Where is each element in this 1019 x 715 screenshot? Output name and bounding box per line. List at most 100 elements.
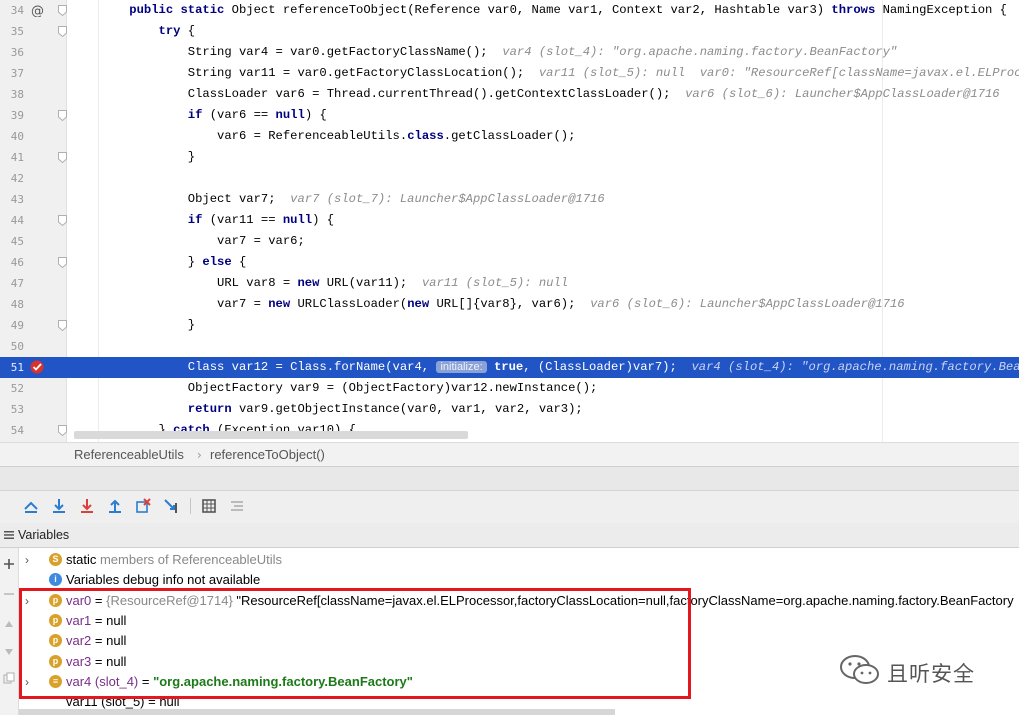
line-number[interactable]: 37	[0, 63, 24, 84]
code-line[interactable]: 36 String var4 = var0.getFactoryClassNam…	[0, 42, 1019, 63]
fold-marker-icon[interactable]	[58, 152, 67, 163]
fold-marker-icon[interactable]	[58, 257, 67, 268]
line-number[interactable]: 40	[0, 126, 24, 147]
code-line[interactable]: 48 var7 = new URLClassLoader(new URL[]{v…	[0, 294, 1019, 315]
line-number[interactable]: 43	[0, 189, 24, 210]
step-over-icon[interactable]	[50, 497, 68, 515]
variables-horizontal-scrollbar[interactable]	[19, 709, 615, 715]
line-number[interactable]: 38	[0, 84, 24, 105]
variable-value: members of ReferenceableUtils	[99, 552, 283, 567]
code-token: {	[231, 255, 247, 269]
keyword: throws	[831, 3, 876, 17]
code-line[interactable]: 42	[0, 168, 1019, 189]
line-number[interactable]: 48	[0, 294, 24, 315]
line-number[interactable]: 35	[0, 21, 24, 42]
run-to-cursor-icon[interactable]	[162, 497, 180, 515]
code-text: var7 = var6;	[100, 231, 305, 252]
add-watch-icon[interactable]	[3, 558, 15, 570]
step-out-icon[interactable]	[106, 497, 124, 515]
fold-marker-icon[interactable]	[58, 110, 67, 121]
code-line[interactable]: 50	[0, 336, 1019, 357]
code-editor[interactable]: 34 @ public static Object referenceToObje…	[0, 0, 1019, 442]
code-token: (var6 ==	[202, 108, 276, 122]
code-token: ClassLoader var6 = Thread.currentThread(…	[100, 87, 686, 101]
line-number[interactable]: 53	[0, 399, 24, 420]
highlight-box	[19, 588, 691, 699]
fold-marker-icon[interactable]	[58, 26, 67, 37]
code-line[interactable]: 41 }	[0, 147, 1019, 168]
line-number[interactable]: 44	[0, 210, 24, 231]
override-annotation-icon[interactable]: @	[30, 3, 44, 17]
code-line[interactable]: 39 if (var6 == null) {	[0, 105, 1019, 126]
code-text: String var11 = var0.getFactoryClassLocat…	[100, 63, 1019, 84]
keyword: null	[275, 108, 305, 122]
code-line[interactable]: 35 try {	[0, 21, 1019, 42]
code-token: var7 = var6;	[100, 234, 305, 248]
code-line[interactable]: 53 return var9.getObjectInstance(var0, v…	[0, 399, 1019, 420]
move-down-icon[interactable]	[3, 646, 15, 658]
static-icon: S	[49, 553, 62, 566]
code-line[interactable]: 44 if (var11 == null) {	[0, 210, 1019, 231]
code-token: {	[180, 24, 196, 38]
keyword: true	[493, 360, 524, 374]
inline-debug-value: var11 (slot_5): null var0: "ResourceRef[…	[538, 66, 1019, 80]
code-line[interactable]: 34 @ public static Object referenceToObje…	[0, 0, 1019, 21]
inline-debug-value: var4 (slot_4): "org.apache.naming.factor…	[502, 45, 898, 59]
trace-icon[interactable]	[228, 497, 246, 515]
code-text: ObjectFactory var9 = (ObjectFactory)var1…	[100, 378, 598, 399]
fold-marker-icon[interactable]	[58, 215, 67, 226]
line-number[interactable]: 39	[0, 105, 24, 126]
copy-icon[interactable]	[3, 672, 15, 684]
code-line[interactable]: 37 String var11 = var0.getFactoryClassLo…	[0, 63, 1019, 84]
code-text: } else {	[100, 252, 247, 273]
line-number[interactable]: 34	[0, 0, 24, 21]
keyword: null	[282, 213, 313, 227]
keyword: class	[407, 129, 444, 143]
line-number[interactable]: 47	[0, 273, 24, 294]
keyword: if	[187, 213, 203, 227]
breadcrumb-method[interactable]: referenceToObject()	[210, 443, 325, 467]
code-line[interactable]: 52 ObjectFactory var9 = (ObjectFactory)v…	[0, 378, 1019, 399]
editor-horizontal-scrollbar[interactable]	[74, 431, 468, 439]
code-token: String var4 = var0.getFactoryClassName()…	[100, 45, 503, 59]
debug-panel-header	[0, 466, 1019, 491]
step-into-icon[interactable]	[78, 497, 96, 515]
code-token: NamingException {	[875, 3, 1019, 17]
line-number[interactable]: 36	[0, 42, 24, 63]
line-number[interactable]: 50	[0, 336, 24, 357]
code-line[interactable]: 47 URL var8 = new URL(var11); var11 (slo…	[0, 273, 1019, 294]
wechat-logo-icon	[840, 655, 879, 684]
line-number[interactable]: 42	[0, 168, 24, 189]
code-text: Object var7; var7 (slot_7): Launcher$App…	[100, 189, 605, 210]
line-number[interactable]: 51	[0, 357, 24, 378]
remove-watch-icon[interactable]	[3, 588, 15, 600]
code-line[interactable]: 38 ClassLoader var6 = Thread.currentThre…	[0, 84, 1019, 105]
fold-marker-icon[interactable]	[58, 320, 67, 331]
line-number[interactable]: 52	[0, 378, 24, 399]
fold-marker-icon[interactable]	[58, 5, 67, 16]
line-number[interactable]: 41	[0, 147, 24, 168]
line-number[interactable]: 46	[0, 252, 24, 273]
code-line[interactable]: 46 } else {	[0, 252, 1019, 273]
toolbar-divider	[190, 498, 191, 514]
variable-row[interactable]: › Sstatic members of ReferenceableUtils	[19, 550, 1019, 570]
evaluate-expression-icon[interactable]	[200, 497, 218, 515]
breadcrumb-class[interactable]: ReferenceableUtils	[74, 443, 184, 467]
breakpoint-icon[interactable]	[30, 360, 44, 374]
move-up-icon[interactable]	[3, 618, 15, 630]
line-number[interactable]: 45	[0, 231, 24, 252]
code-line[interactable]: 40 var6 = ReferenceableUtils.class.getCl…	[0, 126, 1019, 147]
drop-frame-icon[interactable]	[134, 497, 152, 515]
fold-marker-icon[interactable]	[58, 425, 67, 436]
execution-line[interactable]: 51 Class var12 = Class.forName(var4, ini…	[0, 357, 1019, 378]
code-line[interactable]: 43 Object var7; var7 (slot_7): Launcher$…	[0, 189, 1019, 210]
line-number[interactable]: 49	[0, 315, 24, 336]
breadcrumb: ReferenceableUtils › referenceToObject()	[0, 442, 1019, 467]
expand-arrow-icon[interactable]: ›	[25, 550, 35, 570]
inline-debug-value: var4 (slot_4): "org.apache.naming.factor…	[691, 360, 1019, 374]
code-line[interactable]: 45 var7 = var6;	[0, 231, 1019, 252]
line-number[interactable]: 54	[0, 420, 24, 441]
show-execution-point-icon[interactable]	[22, 497, 40, 515]
code-line[interactable]: 49 }	[0, 315, 1019, 336]
